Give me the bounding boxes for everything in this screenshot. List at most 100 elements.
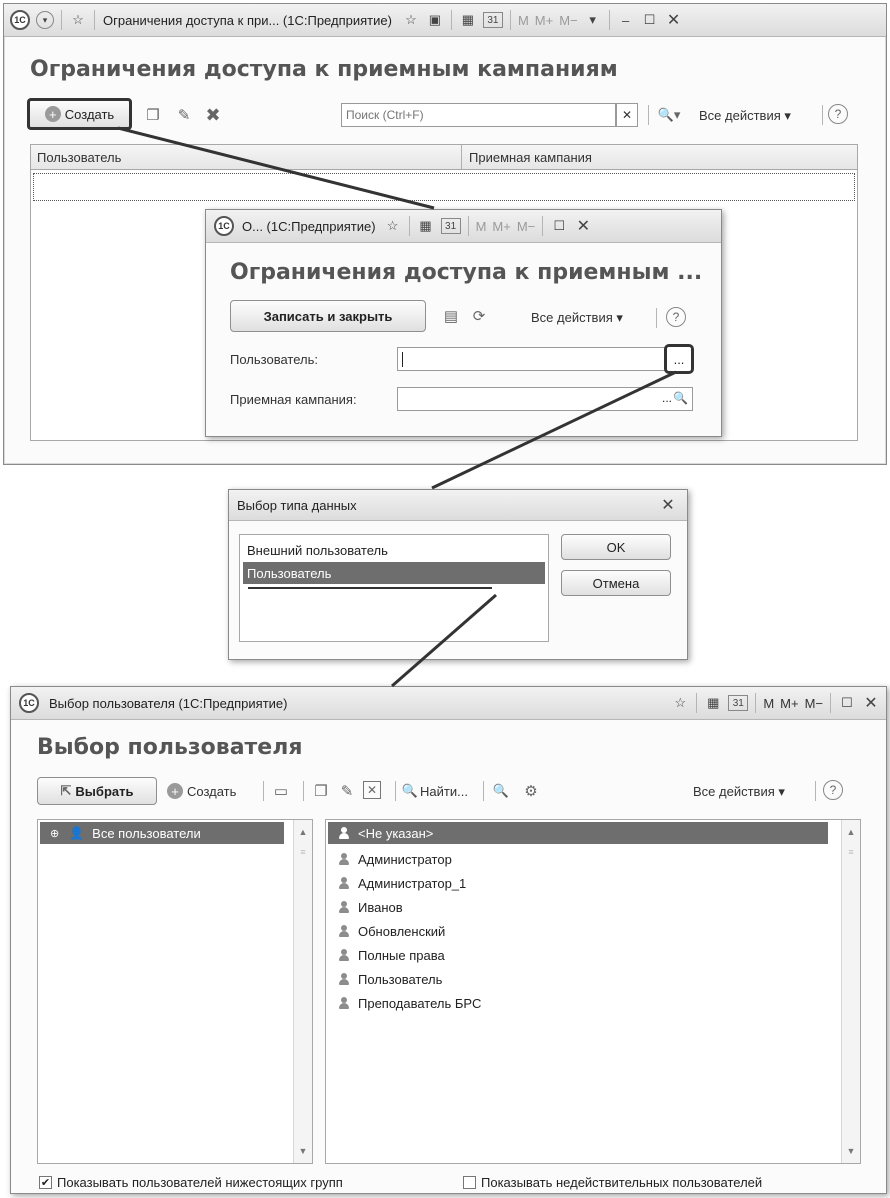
calendar-icon[interactable]: 31 [728, 695, 749, 711]
help-icon[interactable]: ? [823, 780, 843, 800]
ok-button[interactable]: OK [561, 534, 671, 560]
all-actions-menu[interactable]: Все действия ▾ [699, 108, 791, 124]
memory-mminus-button[interactable]: M− [517, 219, 535, 234]
user-field[interactable] [397, 347, 666, 371]
save-and-close-button[interactable]: Записать и закрыть [230, 300, 426, 332]
memory-m-button[interactable]: M [518, 13, 529, 28]
group-item-selected[interactable]: ⊕ 👤 Все пользователи [40, 822, 284, 844]
edit-pencil-icon[interactable]: ✎ [337, 781, 357, 801]
campaign-choose-button[interactable]: ... [662, 391, 672, 405]
scroll-thumb-icon[interactable]: ≡ [295, 844, 311, 860]
search-icon[interactable]: 🔍▾ [654, 105, 684, 125]
add-favorite-icon[interactable]: ☆ [384, 217, 402, 235]
column-header-user[interactable]: Пользователь [37, 150, 121, 165]
find-icon[interactable]: 🔍 [401, 781, 419, 801]
calendar-icon[interactable]: 31 [482, 12, 503, 28]
settings-list-icon[interactable]: ⚙ [521, 781, 541, 801]
list-item[interactable]: Пользователь [338, 968, 442, 990]
app-logo-icon[interactable]: 1C [10, 10, 30, 30]
record-all-actions-menu[interactable]: Все действия ▾ [531, 310, 623, 326]
add-favorite-icon[interactable]: ☆ [671, 694, 689, 712]
menu-dropdown-icon[interactable]: ▾ [36, 11, 54, 29]
chevron-down-icon[interactable]: ▾ [584, 11, 602, 29]
memory-m-button[interactable]: M [763, 696, 774, 711]
scroll-down-icon[interactable]: ▼ [843, 1143, 859, 1159]
campaign-field[interactable]: ... 🔍 [397, 387, 693, 411]
delete-mark-icon[interactable]: ✕ [363, 781, 381, 799]
campaign-open-icon[interactable]: 🔍 [673, 391, 688, 405]
create-user-button[interactable]: Создать [187, 784, 236, 799]
scroll-up-icon[interactable]: ▲ [295, 824, 311, 840]
close-icon[interactable]: ✕ [659, 496, 677, 514]
list-item[interactable]: Полные права [338, 944, 445, 966]
memory-m-button[interactable]: M [476, 219, 487, 234]
scroll-up-icon[interactable]: ▲ [843, 824, 859, 840]
cancel-button[interactable]: Отмена [561, 570, 671, 596]
close-icon[interactable]: ✕ [665, 11, 683, 29]
type-list[interactable]: Внешний пользователь Пользователь [239, 534, 549, 642]
memory-mplus-button[interactable]: M+ [492, 219, 510, 234]
save-disk-icon[interactable]: ▤ [442, 307, 460, 325]
edit-pencil-icon[interactable]: ✎ [174, 105, 194, 125]
memory-mplus-button[interactable]: M+ [535, 13, 553, 28]
plus-circle-icon[interactable]: + [167, 783, 183, 799]
help-icon[interactable]: ? [828, 104, 848, 124]
copy-icon[interactable]: ❐ [311, 781, 331, 801]
app-logo-icon[interactable]: 1C [214, 216, 234, 236]
minimize-icon[interactable]: – [617, 11, 635, 29]
delete-mark-icon[interactable]: ✖ [203, 105, 223, 125]
close-icon[interactable]: ✕ [862, 694, 880, 712]
select-button[interactable]: ⇱ Выбрать [37, 777, 157, 805]
find-button[interactable]: Найти... [420, 784, 468, 799]
user-all-actions-menu[interactable]: Все действия ▾ [693, 784, 785, 800]
list-item[interactable]: Обновленский [338, 920, 445, 942]
add-favorite-icon[interactable]: ☆ [402, 11, 420, 29]
copy-icon[interactable]: ❐ [143, 105, 163, 125]
list-item[interactable]: Администратор_1 [338, 872, 466, 894]
users-panel[interactable]: <Не указан> Администратор Администратор_… [325, 819, 861, 1164]
create-group-icon[interactable]: ▭ [271, 781, 291, 801]
scroll-thumb-icon[interactable]: ≡ [843, 844, 859, 860]
select-arrow-icon: ⇱ [60, 783, 72, 798]
memory-mminus-button[interactable]: M− [559, 13, 577, 28]
calculator-icon[interactable]: ▦ [417, 217, 435, 235]
list-item[interactable]: Преподаватель БРС [338, 992, 481, 1014]
calculator-icon[interactable]: ▦ [459, 11, 477, 29]
calendar-icon[interactable]: 31 [440, 218, 461, 234]
groups-panel[interactable]: ⊕ 👤 Все пользователи ▲ ≡ ▼ [37, 819, 313, 1164]
scroll-down-icon[interactable]: ▼ [295, 1143, 311, 1159]
create-button[interactable]: + Создать [27, 98, 132, 130]
maximize-icon[interactable]: ☐ [838, 694, 856, 712]
list-item[interactable]: Иванов [338, 896, 403, 918]
help-icon[interactable]: ? [666, 307, 686, 327]
checkbox-empty-icon[interactable] [463, 1176, 476, 1189]
links-icon[interactable]: ▣ [426, 11, 444, 29]
cancel-search-icon[interactable]: 🔍 [491, 781, 511, 801]
list-item[interactable]: Внешний пользователь [243, 539, 545, 561]
show-subgroups-checkbox[interactable]: ✔ Показывать пользователей нижестоящих г… [39, 1175, 343, 1190]
calculator-icon[interactable]: ▦ [704, 694, 722, 712]
search-input[interactable] [341, 103, 616, 127]
list-item[interactable]: Администратор [338, 848, 452, 870]
list-item-selected[interactable]: Пользователь [243, 562, 545, 584]
reread-icon[interactable]: ⟳ [470, 307, 488, 325]
clear-search-icon[interactable]: ✕ [616, 103, 638, 127]
memory-mminus-button[interactable]: M− [805, 696, 823, 711]
choose-ellipsis-label: ... [673, 351, 685, 367]
favorite-star-icon[interactable]: ☆ [69, 11, 87, 29]
user-choose-button[interactable]: ... [664, 344, 694, 374]
maximize-icon[interactable]: ☐ [550, 217, 568, 235]
user-row-selected[interactable]: <Не указан> [328, 822, 828, 844]
user-row-label: Полные права [358, 947, 445, 963]
checkbox-checked-icon[interactable]: ✔ [39, 1176, 52, 1189]
close-icon[interactable]: ✕ [574, 217, 592, 235]
app-logo-icon[interactable]: 1C [19, 693, 39, 713]
show-inactive-checkbox[interactable]: Показывать недействительных пользователе… [463, 1175, 762, 1190]
groups-scrollbar[interactable]: ▲ ≡ ▼ [293, 820, 312, 1163]
column-header-campaign[interactable]: Приемная кампания [469, 150, 592, 165]
cancel-button-label: Отмена [592, 575, 640, 591]
maximize-icon[interactable]: ☐ [641, 11, 659, 29]
users-scrollbar[interactable]: ▲ ≡ ▼ [841, 820, 860, 1163]
expand-icon[interactable]: ⊕ [50, 827, 59, 840]
memory-mplus-button[interactable]: M+ [780, 696, 798, 711]
